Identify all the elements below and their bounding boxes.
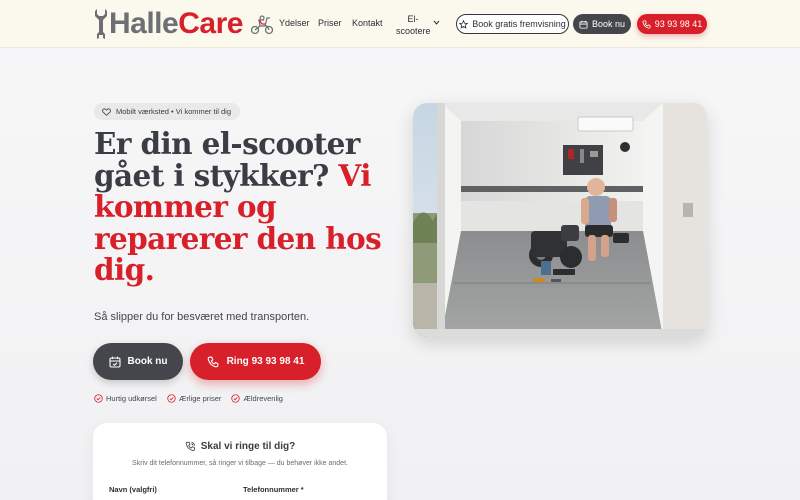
- feature-label: Hurtig udkørsel: [106, 394, 157, 403]
- hero-title-main: Er din el-scooter gået i stykker?: [94, 126, 360, 193]
- feature-label: Ærlige priser: [178, 394, 222, 403]
- book-viewing-button[interactable]: Book gratis fremvisning: [456, 14, 569, 34]
- nav-ydelser[interactable]: Ydelser: [279, 18, 310, 28]
- calendar-check-icon: [108, 356, 121, 368]
- chevron-down-icon: [433, 20, 440, 25]
- header-book-button[interactable]: Book nu: [573, 14, 631, 34]
- mobile-workshop-badge: Mobilt værksted • Vi kommer til dig: [94, 103, 241, 120]
- feature-list: Hurtig udkørsel Ærlige priser Ældrevenli…: [94, 394, 283, 403]
- check-circle-icon: [231, 394, 241, 403]
- header-phone-button[interactable]: 93 93 98 41: [637, 14, 707, 34]
- check-circle-icon: [94, 394, 103, 403]
- feature-item: Ærlige priser: [167, 394, 222, 403]
- phone-icon: [207, 356, 218, 367]
- nav-dropdown-el-scootere[interactable]: El-scootere: [396, 13, 444, 37]
- hero-photo-mechanic-van: [413, 103, 707, 337]
- logo[interactable]: HalleCare: [94, 7, 274, 41]
- calendar-icon: [579, 20, 588, 29]
- nav-kontakt[interactable]: Kontakt: [352, 18, 383, 28]
- header-phone-label: 93 93 98 41: [654, 19, 703, 29]
- logo-halle: Halle: [109, 7, 179, 40]
- logo-text: HalleCare: [109, 7, 243, 41]
- phone-icon: [642, 19, 651, 29]
- site-header: HalleCare Ydelser Priser Kontakt El-scoo…: [0, 0, 800, 48]
- phone-field-label: Telefonnummer *: [243, 485, 304, 494]
- feature-item: Hurtig udkørsel: [94, 394, 157, 403]
- name-field-label: Navn (valgfri): [109, 485, 157, 494]
- nav-priser[interactable]: Priser: [318, 18, 342, 28]
- hero-call-button[interactable]: Ring 93 93 98 41: [190, 343, 321, 380]
- logo-care: Care: [178, 7, 243, 40]
- hero-subtitle: Så slipper du for besværet med transport…: [94, 311, 310, 323]
- callback-title: Skal vi ringe til dig?: [93, 441, 387, 452]
- hero-book-button[interactable]: Book nu: [93, 343, 183, 380]
- badge-text: Mobilt værksted • Vi kommer til dig: [116, 107, 232, 116]
- dropdown-label: El-scootere: [396, 14, 431, 36]
- scooter-icon: [250, 15, 274, 35]
- callback-title-text: Skal vi ringe til dig?: [200, 441, 296, 452]
- check-circle-icon: [167, 394, 176, 403]
- book-viewing-label: Book gratis fremvisning: [472, 19, 566, 29]
- hero-book-label: Book nu: [127, 356, 168, 367]
- hero-call-label: Ring 93 93 98 41: [226, 356, 305, 367]
- phone-call-icon: [185, 441, 195, 451]
- hero-title: Er din el-scooter gået i stykker? Vi kom…: [94, 128, 394, 286]
- wrench-icon: [95, 9, 107, 39]
- star-icon: [459, 19, 469, 29]
- callback-card: Skal vi ringe til dig? Skriv dit telefon…: [93, 423, 387, 500]
- header-book-label: Book nu: [591, 19, 626, 29]
- heart-icon: [102, 107, 111, 116]
- feature-label: Ældrevenlig: [243, 394, 283, 403]
- feature-item: Ældrevenlig: [231, 394, 283, 403]
- callback-description: Skriv dit telefonnummer, så ringer vi ti…: [132, 460, 348, 467]
